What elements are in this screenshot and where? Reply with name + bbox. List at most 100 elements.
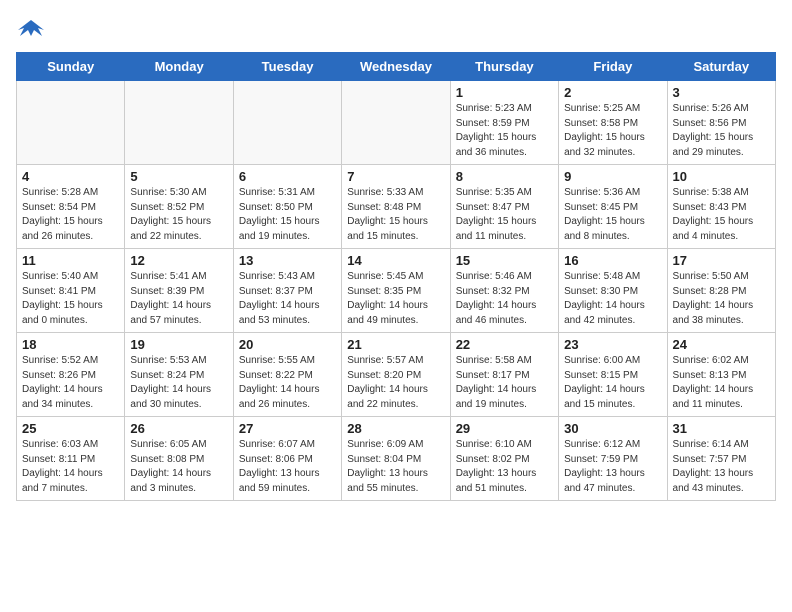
day-number: 29 (456, 421, 553, 436)
day-number: 5 (130, 169, 227, 184)
day-info: Sunrise: 6:03 AM Sunset: 8:11 PM Dayligh… (22, 438, 119, 496)
day-info: Sunrise: 5:52 AM Sunset: 8:26 PM Dayligh… (22, 354, 119, 412)
day-info: Sunrise: 6:12 AM Sunset: 7:59 PM Dayligh… (564, 438, 661, 496)
day-info: Sunrise: 5:50 AM Sunset: 8:28 PM Dayligh… (673, 270, 770, 328)
day-number: 20 (239, 337, 336, 352)
calendar-cell: 23 Sunrise: 6:00 AM Sunset: 8:15 PM Dayli… (559, 333, 667, 417)
calendar-cell: 20 Sunrise: 5:55 AM Sunset: 8:22 PM Dayli… (233, 333, 341, 417)
day-number: 3 (673, 85, 770, 100)
calendar-cell (125, 81, 233, 165)
calendar-cell: 15 Sunrise: 5:46 AM Sunset: 8:32 PM Dayli… (450, 249, 558, 333)
day-info: Sunrise: 5:41 AM Sunset: 8:39 PM Dayligh… (130, 270, 227, 328)
calendar-cell: 16Sunrise: 5:48 AM Sunset: 8:30 PM Dayli… (559, 249, 667, 333)
calendar-week-row: 25Sunrise: 6:03 AM Sunset: 8:11 PM Dayli… (17, 417, 776, 501)
day-number: 14 (347, 253, 444, 268)
day-number: 10 (673, 169, 770, 184)
day-number: 12 (130, 253, 227, 268)
day-info: Sunrise: 5:33 AM Sunset: 8:48 PM Dayligh… (347, 186, 444, 244)
day-info: Sunrise: 6:05 AM Sunset: 8:08 PM Dayligh… (130, 438, 227, 496)
day-number: 26 (130, 421, 227, 436)
day-number: 31 (673, 421, 770, 436)
calendar-cell: 9 Sunrise: 5:36 AM Sunset: 8:45 PM Daylig… (559, 165, 667, 249)
day-info: Sunrise: 6:00 AM Sunset: 8:15 PM Dayligh… (564, 354, 661, 412)
calendar-cell (17, 81, 125, 165)
calendar-cell: 25Sunrise: 6:03 AM Sunset: 8:11 PM Dayli… (17, 417, 125, 501)
day-info: Sunrise: 5:28 AM Sunset: 8:54 PM Dayligh… (22, 186, 119, 244)
day-number: 22 (456, 337, 553, 352)
calendar-cell: 30 Sunrise: 6:12 AM Sunset: 7:59 PM Dayli… (559, 417, 667, 501)
day-number: 27 (239, 421, 336, 436)
day-number: 15 (456, 253, 553, 268)
day-number: 30 (564, 421, 661, 436)
calendar-week-row: 18 Sunrise: 5:52 AM Sunset: 8:26 PM Dayli… (17, 333, 776, 417)
day-number: 23 (564, 337, 661, 352)
calendar-cell: 13Sunrise: 5:43 AM Sunset: 8:37 PM Dayli… (233, 249, 341, 333)
day-number: 28 (347, 421, 444, 436)
calendar-cell: 21Sunrise: 5:57 AM Sunset: 8:20 PM Dayli… (342, 333, 450, 417)
day-number: 18 (22, 337, 119, 352)
calendar-cell (342, 81, 450, 165)
calendar-cell: 17 Sunrise: 5:50 AM Sunset: 8:28 PM Dayli… (667, 249, 775, 333)
calendar-cell: 26 Sunrise: 6:05 AM Sunset: 8:08 PM Dayli… (125, 417, 233, 501)
day-info: Sunrise: 5:31 AM Sunset: 8:50 PM Dayligh… (239, 186, 336, 244)
day-info: Sunrise: 6:02 AM Sunset: 8:13 PM Dayligh… (673, 354, 770, 412)
weekday-header-row: SundayMondayTuesdayWednesdayThursdayFrid… (17, 53, 776, 81)
day-info: Sunrise: 6:07 AM Sunset: 8:06 PM Dayligh… (239, 438, 336, 496)
calendar-week-row: 11 Sunrise: 5:40 AM Sunset: 8:41 PM Dayli… (17, 249, 776, 333)
calendar-cell: 19 Sunrise: 5:53 AM Sunset: 8:24 PM Dayli… (125, 333, 233, 417)
calendar-cell: 22 Sunrise: 5:58 AM Sunset: 8:17 PM Dayli… (450, 333, 558, 417)
day-number: 9 (564, 169, 661, 184)
day-number: 13 (239, 253, 336, 268)
day-info: Sunrise: 5:45 AM Sunset: 8:35 PM Dayligh… (347, 270, 444, 328)
calendar-cell: 5 Sunrise: 5:30 AM Sunset: 8:52 PM Daylig… (125, 165, 233, 249)
weekday-header-sunday: Sunday (17, 53, 125, 81)
day-info: Sunrise: 5:53 AM Sunset: 8:24 PM Dayligh… (130, 354, 227, 412)
day-info: Sunrise: 5:26 AM Sunset: 8:56 PM Dayligh… (673, 102, 770, 160)
day-number: 19 (130, 337, 227, 352)
calendar-cell: 28 Sunrise: 6:09 AM Sunset: 8:04 PM Dayli… (342, 417, 450, 501)
day-info: Sunrise: 5:23 AM Sunset: 8:59 PM Dayligh… (456, 102, 553, 160)
calendar-cell: 14 Sunrise: 5:45 AM Sunset: 8:35 PM Dayli… (342, 249, 450, 333)
calendar-cell: 2 Sunrise: 5:25 AM Sunset: 8:58 PM Daylig… (559, 81, 667, 165)
calendar-cell: 11 Sunrise: 5:40 AM Sunset: 8:41 PM Dayli… (17, 249, 125, 333)
calendar-week-row: 1 Sunrise: 5:23 AM Sunset: 8:59 PM Daylig… (17, 81, 776, 165)
day-info: Sunrise: 5:25 AM Sunset: 8:58 PM Dayligh… (564, 102, 661, 160)
calendar-cell: 12 Sunrise: 5:41 AM Sunset: 8:39 PM Dayli… (125, 249, 233, 333)
weekday-header-monday: Monday (125, 53, 233, 81)
day-info: Sunrise: 6:14 AM Sunset: 7:57 PM Dayligh… (673, 438, 770, 496)
calendar-cell: 3 Sunrise: 5:26 AM Sunset: 8:56 PM Daylig… (667, 81, 775, 165)
day-number: 7 (347, 169, 444, 184)
day-number: 2 (564, 85, 661, 100)
day-info: Sunrise: 6:09 AM Sunset: 8:04 PM Dayligh… (347, 438, 444, 496)
day-info: Sunrise: 5:36 AM Sunset: 8:45 PM Dayligh… (564, 186, 661, 244)
day-number: 17 (673, 253, 770, 268)
calendar-cell: 10 Sunrise: 5:38 AM Sunset: 8:43 PM Dayli… (667, 165, 775, 249)
calendar-cell: 7 Sunrise: 5:33 AM Sunset: 8:48 PM Daylig… (342, 165, 450, 249)
day-info: Sunrise: 5:38 AM Sunset: 8:43 PM Dayligh… (673, 186, 770, 244)
calendar-cell: 29Sunrise: 6:10 AM Sunset: 8:02 PM Dayli… (450, 417, 558, 501)
calendar-week-row: 4 Sunrise: 5:28 AM Sunset: 8:54 PM Daylig… (17, 165, 776, 249)
page-header (16, 16, 776, 40)
logo-icon (16, 16, 46, 40)
logo (16, 16, 50, 40)
calendar-cell: 1 Sunrise: 5:23 AM Sunset: 8:59 PM Daylig… (450, 81, 558, 165)
day-info: Sunrise: 5:55 AM Sunset: 8:22 PM Dayligh… (239, 354, 336, 412)
weekday-header-thursday: Thursday (450, 53, 558, 81)
day-number: 8 (456, 169, 553, 184)
calendar-cell: 6 Sunrise: 5:31 AM Sunset: 8:50 PM Daylig… (233, 165, 341, 249)
calendar-cell (233, 81, 341, 165)
day-number: 11 (22, 253, 119, 268)
calendar-cell: 8 Sunrise: 5:35 AM Sunset: 8:47 PM Daylig… (450, 165, 558, 249)
calendar-cell: 24Sunrise: 6:02 AM Sunset: 8:13 PM Dayli… (667, 333, 775, 417)
day-number: 6 (239, 169, 336, 184)
day-info: Sunrise: 5:40 AM Sunset: 8:41 PM Dayligh… (22, 270, 119, 328)
day-info: Sunrise: 5:48 AM Sunset: 8:30 PM Dayligh… (564, 270, 661, 328)
day-info: Sunrise: 5:35 AM Sunset: 8:47 PM Dayligh… (456, 186, 553, 244)
day-info: Sunrise: 5:30 AM Sunset: 8:52 PM Dayligh… (130, 186, 227, 244)
day-info: Sunrise: 5:46 AM Sunset: 8:32 PM Dayligh… (456, 270, 553, 328)
weekday-header-saturday: Saturday (667, 53, 775, 81)
day-info: Sunrise: 5:58 AM Sunset: 8:17 PM Dayligh… (456, 354, 553, 412)
day-number: 4 (22, 169, 119, 184)
day-number: 1 (456, 85, 553, 100)
calendar-table: SundayMondayTuesdayWednesdayThursdayFrid… (16, 52, 776, 501)
